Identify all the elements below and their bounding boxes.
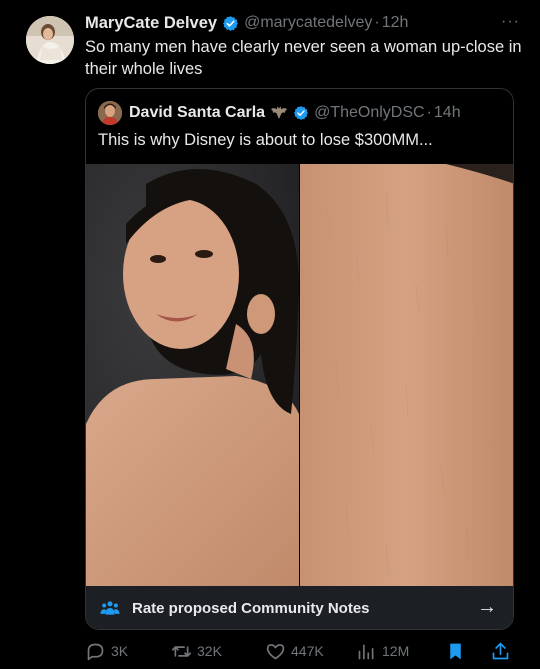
bat-icon — [270, 106, 288, 119]
separator-dot: · — [374, 14, 380, 31]
author-handle[interactable]: @marycatedelvey — [244, 14, 372, 32]
tweet-time[interactable]: 12h — [382, 14, 409, 32]
reply-button[interactable]: 3K — [85, 638, 128, 664]
share-icon — [492, 642, 509, 659]
community-notes-label: Rate proposed Community Notes — [132, 599, 370, 617]
author-name[interactable]: MaryCate Delvey — [85, 14, 217, 33]
verified-badge-icon — [223, 15, 239, 31]
shoulder-shape — [86, 376, 299, 586]
back-closeup — [300, 164, 513, 586]
separator-dot: · — [426, 104, 432, 121]
like-button[interactable]: 447K — [265, 638, 324, 664]
verified-badge-icon — [294, 106, 309, 120]
quoted-tweet-header: David Santa Carla @TheOnlyDSC · 14h — [98, 101, 461, 125]
quoted-author-name[interactable]: David Santa Carla — [129, 104, 265, 122]
community-notes-bar[interactable]: Rate proposed Community Notes → — [86, 586, 513, 629]
bookmark-icon — [450, 643, 461, 659]
people-icon — [100, 601, 120, 615]
tweet[interactable]: MaryCate Delvey @marycatedelvey · 12h ··… — [0, 0, 540, 669]
quoted-author-handle[interactable]: @TheOnlyDSC — [314, 104, 425, 122]
quoted-tweet-media[interactable] — [86, 164, 513, 586]
media-image — [86, 164, 513, 586]
more-icon[interactable]: ··· — [501, 13, 520, 31]
author-avatar[interactable] — [26, 16, 74, 64]
repost-button[interactable]: 32K — [171, 638, 222, 664]
share-button[interactable] — [490, 638, 516, 664]
repost-icon — [171, 645, 192, 657]
tweet-actions: 3K 32K 447K 12M — [85, 638, 515, 664]
like-count: 447K — [291, 643, 324, 659]
quoted-author-avatar[interactable] — [98, 101, 122, 125]
views-icon — [358, 644, 374, 659]
quoted-tweet-text: This is why Disney is about to lose $300… — [98, 131, 433, 149]
quoted-tweet-time[interactable]: 14h — [434, 104, 461, 122]
reply-icon — [87, 643, 104, 660]
tweet-header: MaryCate Delvey @marycatedelvey · 12h ··… — [85, 12, 520, 34]
views-count: 12M — [382, 643, 410, 659]
ear-shape — [247, 294, 275, 334]
views-button[interactable]: 12M — [356, 638, 409, 664]
tweet-text: So many men have clearly never seen a wo… — [85, 38, 522, 78]
reply-count: 3K — [111, 643, 129, 659]
bookmark-button[interactable] — [445, 638, 471, 664]
arrow-right-icon[interactable]: → — [477, 596, 497, 619]
repost-count: 32K — [197, 643, 222, 659]
like-icon — [266, 643, 285, 659]
quoted-tweet[interactable]: David Santa Carla @TheOnlyDSC · 14h This… — [85, 88, 514, 630]
